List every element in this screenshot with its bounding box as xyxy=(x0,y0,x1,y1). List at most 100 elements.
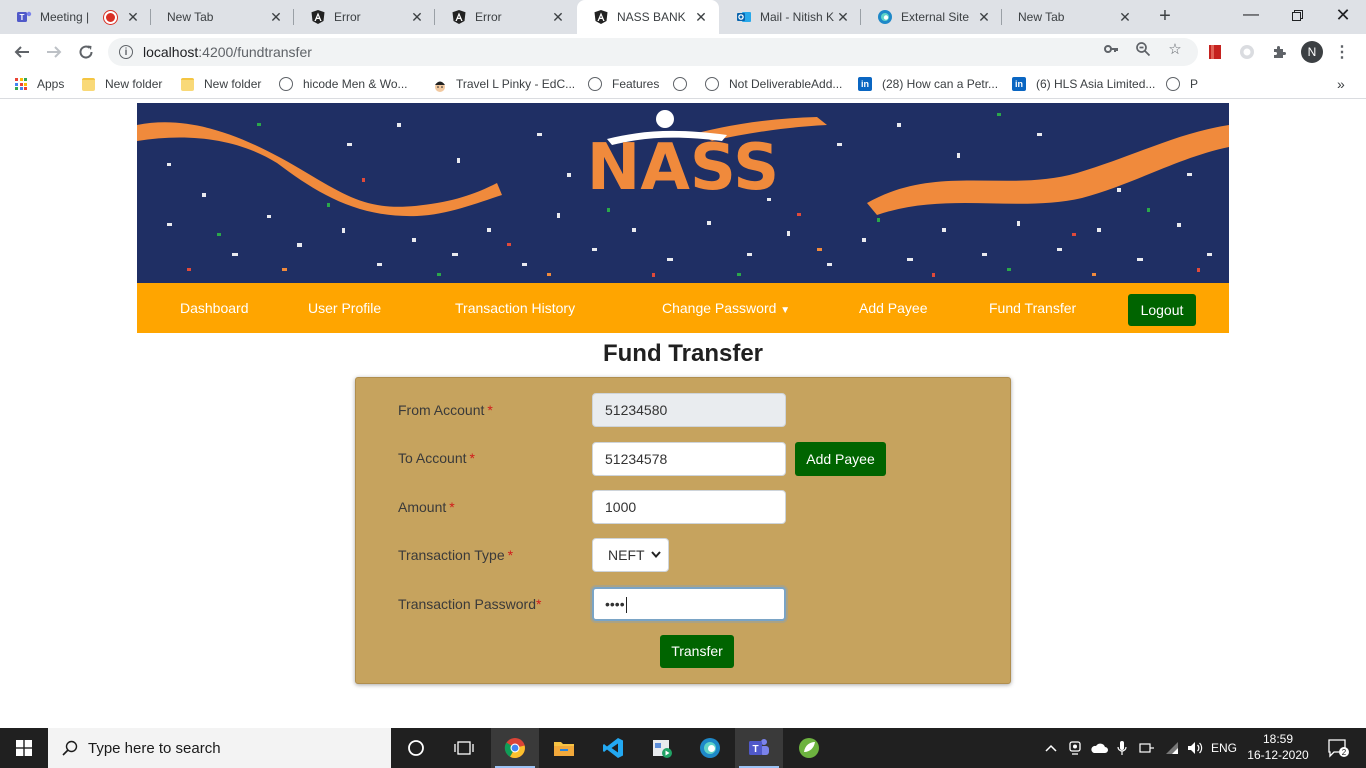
extensions-puzzle-icon[interactable] xyxy=(1269,42,1289,62)
close-icon[interactable]: ✕ xyxy=(1117,9,1133,25)
bookmark-not-deliverable[interactable]: Not DeliverableAdd... xyxy=(705,75,842,93)
nav-transaction-history[interactable]: Transaction History xyxy=(455,283,575,333)
clock-date: 16-12-2020 xyxy=(1247,748,1309,762)
close-icon[interactable]: ✕ xyxy=(268,9,284,25)
vscode-icon[interactable] xyxy=(589,728,637,768)
nass-banner: NASS xyxy=(137,103,1229,283)
apps-grid-icon xyxy=(15,78,27,90)
file-explorer-icon[interactable] xyxy=(540,728,588,768)
to-account-input[interactable]: 51234578 xyxy=(592,442,786,476)
bookmark-new-folder[interactable]: New folder xyxy=(82,75,162,93)
volume-icon[interactable] xyxy=(1186,728,1204,768)
extension-red-icon[interactable] xyxy=(1205,42,1225,62)
notification-count: 2 xyxy=(1342,748,1347,757)
close-icon[interactable]: ✕ xyxy=(550,9,566,25)
bookmark-new-folder-2[interactable]: New folder xyxy=(181,75,261,93)
tab-meeting[interactable]: T Meeting | ✕ xyxy=(0,0,151,34)
forward-icon[interactable] xyxy=(40,38,68,66)
add-payee-button[interactable]: Add Payee xyxy=(795,442,886,476)
transaction-type-select[interactable]: NEFT xyxy=(592,538,669,572)
page-title: Fund Transfer xyxy=(602,340,764,367)
globe-icon xyxy=(588,77,602,91)
bookmark-travel[interactable]: Travel L Pinky - EdC... xyxy=(432,75,575,93)
tab-error[interactable]: Error ✕ xyxy=(294,0,435,34)
spring-tool-icon[interactable] xyxy=(785,728,833,768)
bookmark-p[interactable]: P xyxy=(1166,75,1198,93)
windows-taskbar: Type here to search T ENG 18:59 16-12-20… xyxy=(0,728,1366,768)
bookmark-globe[interactable] xyxy=(673,75,697,93)
close-icon[interactable]: ✕ xyxy=(693,9,709,25)
extension-grey-icon[interactable] xyxy=(1237,42,1257,62)
bookmarks-overflow-icon[interactable]: » xyxy=(1337,75,1345,93)
bookmark-star-icon[interactable]: ☆ xyxy=(1166,40,1184,58)
tab-external-site[interactable]: External Site ✕ xyxy=(861,0,1002,34)
task-view-icon[interactable] xyxy=(440,728,488,768)
bookmark-label: Not DeliverableAdd... xyxy=(729,77,843,91)
nav-add-payee[interactable]: Add Payee xyxy=(859,283,928,333)
bookmark-label: (28) How can a Petr... xyxy=(882,77,999,91)
webcam-icon[interactable] xyxy=(1066,728,1084,768)
close-icon[interactable]: ✕ xyxy=(976,9,992,25)
minimize-icon[interactable]: — xyxy=(1228,0,1274,30)
zoom-icon[interactable] xyxy=(1134,40,1152,58)
linkedin-icon: in xyxy=(1012,77,1026,91)
bookmark-linkedin-petr[interactable]: in (28) How can a Petr... xyxy=(858,75,998,93)
site-info-icon[interactable]: i xyxy=(119,45,133,59)
linkedin-icon: in xyxy=(858,77,872,91)
onedrive-icon[interactable] xyxy=(1089,728,1109,768)
clock-time: 18:59 xyxy=(1262,732,1294,746)
svg-text:T: T xyxy=(20,13,25,22)
address-bar[interactable]: i localhost:4200/fundtransfer xyxy=(108,38,1198,66)
tab-title: Meeting | xyxy=(40,10,90,24)
close-icon[interactable]: ✕ xyxy=(125,9,141,25)
banner-logo-text: NASS xyxy=(587,131,779,205)
bookmark-linkedin-hls[interactable]: in (6) HLS Asia Limited... xyxy=(1012,75,1155,93)
from-account-input: 51234580 xyxy=(592,393,786,427)
network-icon[interactable] xyxy=(1137,728,1157,768)
bookmark-label: P xyxy=(1190,77,1199,91)
profile-avatar[interactable]: N xyxy=(1301,41,1323,63)
close-icon[interactable]: ✕ xyxy=(835,9,851,25)
reload-icon[interactable] xyxy=(72,38,100,66)
bookmark-features[interactable]: Features xyxy=(588,75,659,93)
tab-mail[interactable]: Mail - Nitish K ✕ xyxy=(720,0,861,34)
nav-dashboard[interactable]: Dashboard xyxy=(180,283,249,333)
bookmark-apps[interactable]: Apps xyxy=(15,75,64,93)
taskbar-clock[interactable]: 18:59 16-12-2020 xyxy=(1247,731,1309,763)
bookmark-label: hicode Men & Wo... xyxy=(303,77,408,91)
nav-user-profile[interactable]: User Profile xyxy=(308,283,381,333)
back-icon[interactable] xyxy=(8,38,36,66)
transaction-password-input[interactable]: •••• xyxy=(592,587,786,621)
bookmark-hicode[interactable]: hicode Men & Wo... xyxy=(279,75,408,93)
tray-overflow-icon[interactable] xyxy=(1042,728,1060,768)
wifi-icon[interactable] xyxy=(1162,728,1182,768)
new-tab-button[interactable]: + xyxy=(1153,5,1177,29)
teams-taskbar-icon[interactable]: T xyxy=(735,728,783,768)
media-app-icon[interactable] xyxy=(638,728,686,768)
chrome-taskbar-icon[interactable] xyxy=(491,728,539,768)
edge-taskbar-icon[interactable] xyxy=(686,728,734,768)
windows-start-icon[interactable] xyxy=(0,728,48,768)
tab-nass-bank[interactable]: NASS BANK ✕ xyxy=(577,0,719,34)
nav-change-password[interactable]: Change Password ▼ xyxy=(662,283,790,333)
notification-center-icon[interactable]: 2 xyxy=(1318,728,1358,768)
language-indicator[interactable]: ENG xyxy=(1208,728,1240,768)
microphone-icon[interactable] xyxy=(1114,728,1130,768)
close-window-icon[interactable]: ✕ xyxy=(1320,0,1366,30)
taskbar-search-box[interactable]: Type here to search xyxy=(48,728,391,768)
menu-kebab-icon[interactable]: ⋮ xyxy=(1332,42,1352,62)
search-icon xyxy=(62,740,78,756)
tab-error-2[interactable]: Error ✕ xyxy=(435,0,576,34)
key-icon[interactable] xyxy=(1102,40,1120,58)
restore-icon[interactable] xyxy=(1274,0,1320,30)
transfer-button[interactable]: Transfer xyxy=(660,635,734,668)
bookmark-label: New folder xyxy=(105,77,163,91)
tab-new-tab-2[interactable]: New Tab ✕ xyxy=(1002,0,1143,34)
logout-button[interactable]: Logout xyxy=(1128,294,1196,326)
amount-input[interactable]: 1000 xyxy=(592,490,786,524)
edge-icon xyxy=(877,9,893,25)
tab-new-tab[interactable]: New Tab ✕ xyxy=(151,0,294,34)
close-icon[interactable]: ✕ xyxy=(409,9,425,25)
nav-fund-transfer[interactable]: Fund Transfer xyxy=(989,283,1076,333)
cortana-icon[interactable] xyxy=(392,728,440,768)
